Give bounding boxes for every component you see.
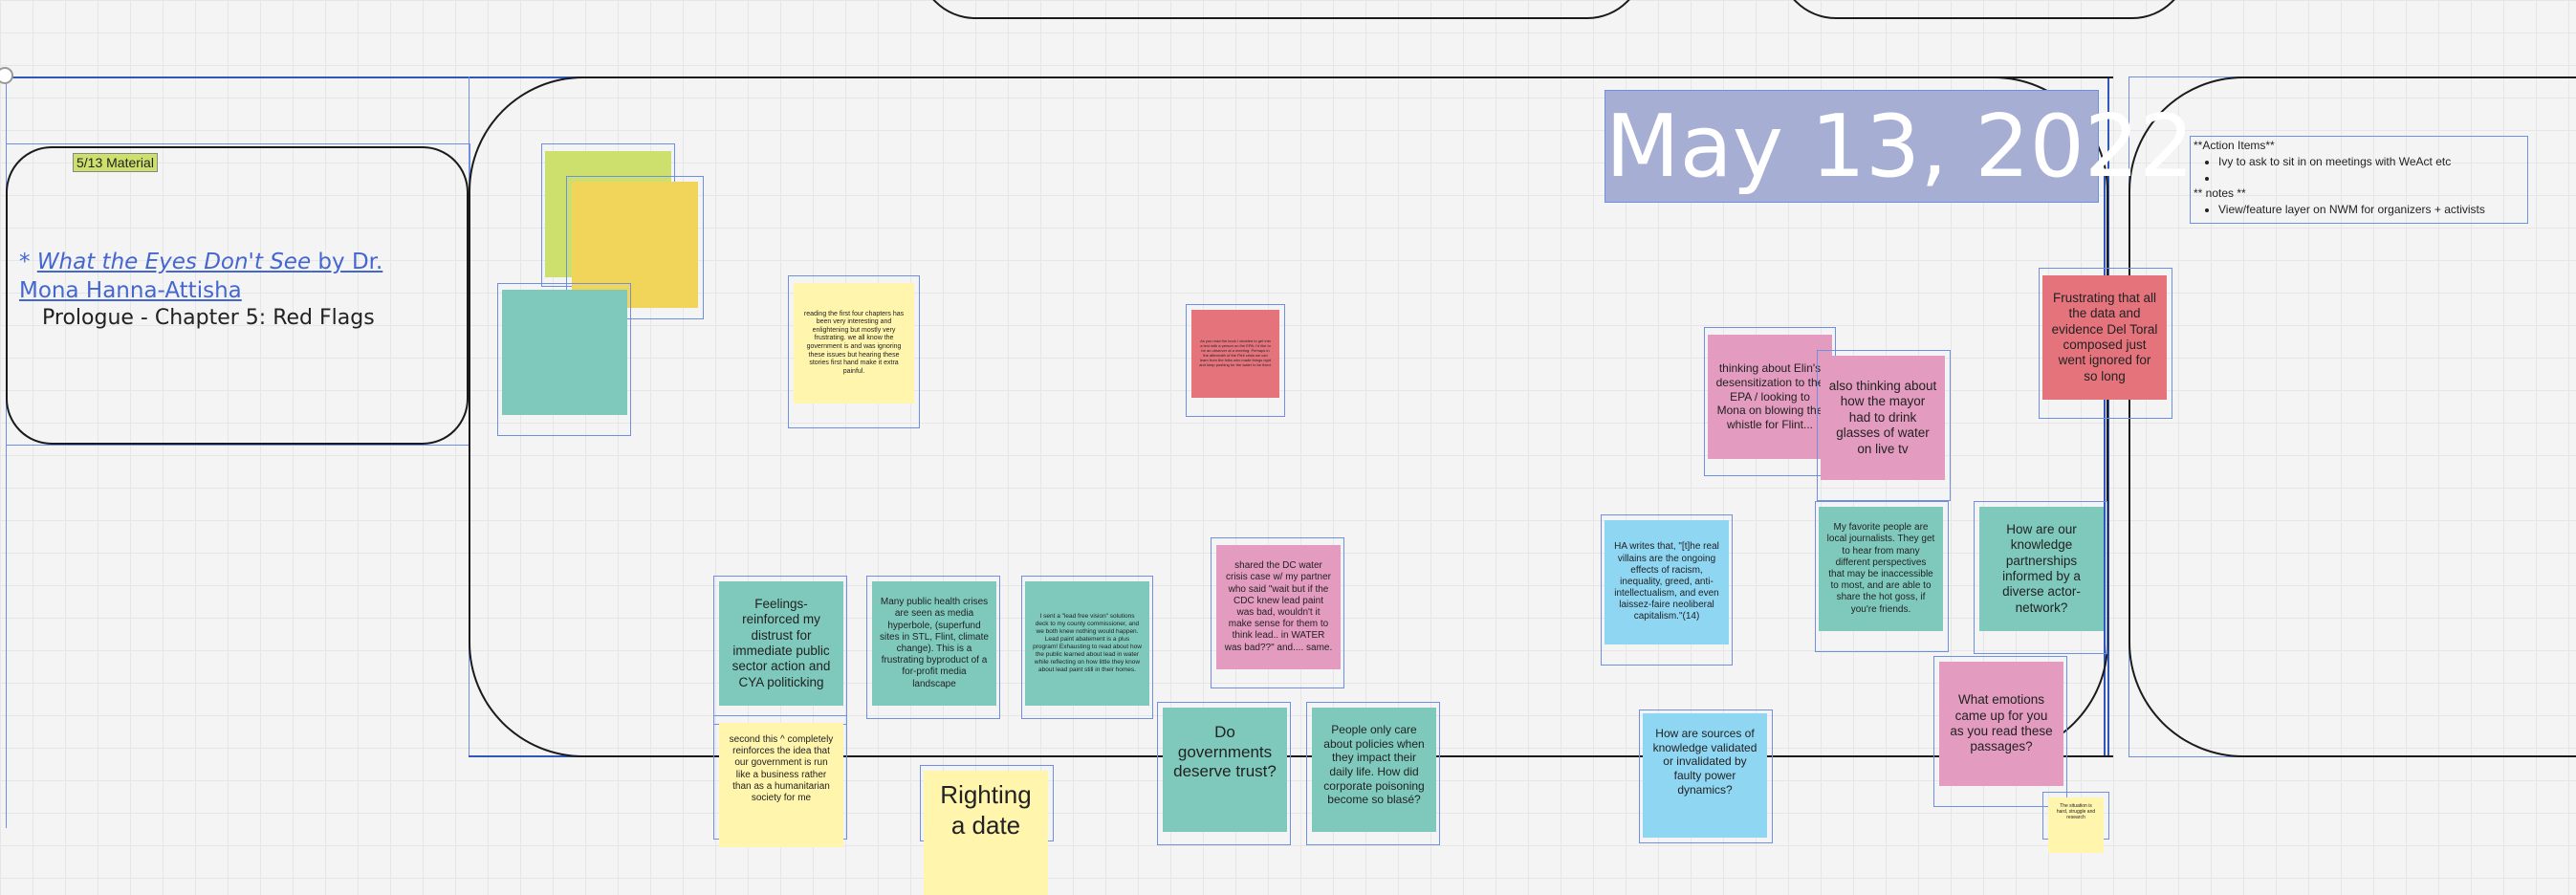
book-reference[interactable]: * What the Eyes Don't See by Dr. Mona Ha…: [19, 249, 421, 306]
sticky-reading-reflection[interactable]: reading the first four chapters has been…: [794, 283, 914, 404]
sticky-red-small[interactable]: As you read the book I decided to get in…: [1191, 310, 1279, 398]
sticky-dc-water[interactable]: shared the DC water crisis case w/ my pa…: [1216, 545, 1341, 669]
top-frame-right[interactable]: [1779, 0, 2190, 19]
material-tag[interactable]: 5/13 Material: [73, 153, 158, 172]
action-item: [2218, 170, 2524, 186]
sticky-emotions[interactable]: What emotions came up for you as you rea…: [1939, 662, 2063, 786]
sticky-people-only-care[interactable]: People only care about policies when the…: [1312, 708, 1436, 832]
sticky-del-toral[interactable]: Frustrating that all the data and eviden…: [2042, 275, 2167, 400]
notes-block[interactable]: **Action Items** Ivy to ask to sit in on…: [2194, 138, 2524, 218]
date-title[interactable]: May 13, 2022: [1605, 90, 2194, 203]
sticky-mayor-water[interactable]: also thinking about how the mayor had to…: [1821, 356, 1945, 480]
sticky-journalists[interactable]: My favorite people are local journalists…: [1819, 507, 1943, 631]
sticky-ha-writes[interactable]: HA writes that, "[t]he real villains are…: [1605, 520, 1729, 644]
action-items-header: **Action Items**: [2194, 139, 2275, 152]
book-chapters: Prologue - Chapter 5: Red Flags: [42, 306, 375, 330]
notes-list: View/feature layer on NWM for organizers…: [2194, 202, 2524, 218]
sticky-sources-of-knowledge[interactable]: How are sources of knowledge validated o…: [1643, 713, 1767, 838]
sticky-do-governments-deserve-trust[interactable]: Do governments deserve trust?: [1163, 708, 1287, 832]
sticky-righting-a-date[interactable]: Righting a date: [924, 771, 1048, 895]
sticky-lead-free[interactable]: I sent a "lead free vision" solutions de…: [1025, 581, 1149, 706]
top-frame-left[interactable]: [918, 0, 1645, 19]
action-item: Ivy to ask to sit in on meetings with We…: [2218, 154, 2524, 170]
book-prefix: *: [19, 250, 37, 274]
sticky-teal-blank[interactable]: [502, 290, 627, 415]
sticky-elin-epa[interactable]: thinking about Elin's desensitization to…: [1708, 335, 1832, 459]
note-item: View/feature layer on NWM for organizers…: [2218, 202, 2524, 218]
action-items-list: Ivy to ask to sit in on meetings with We…: [2194, 154, 2524, 186]
sticky-public-health[interactable]: Many public health crises are seen as me…: [872, 581, 996, 706]
sticky-feelings-distrust[interactable]: Feelings-reinforced my distrust for imme…: [719, 581, 843, 706]
sticky-partnerships[interactable]: How are our knowledge partnerships infor…: [1979, 507, 2104, 631]
sticky-tiny-yellow[interactable]: The situation is hard, struggle and rese…: [2048, 797, 2104, 853]
notes-header: ** notes **: [2194, 186, 2246, 201]
book-title-link[interactable]: What the Eyes Don't See: [37, 250, 311, 274]
sticky-second-this[interactable]: second this ^ completely reinforces the …: [719, 723, 843, 847]
